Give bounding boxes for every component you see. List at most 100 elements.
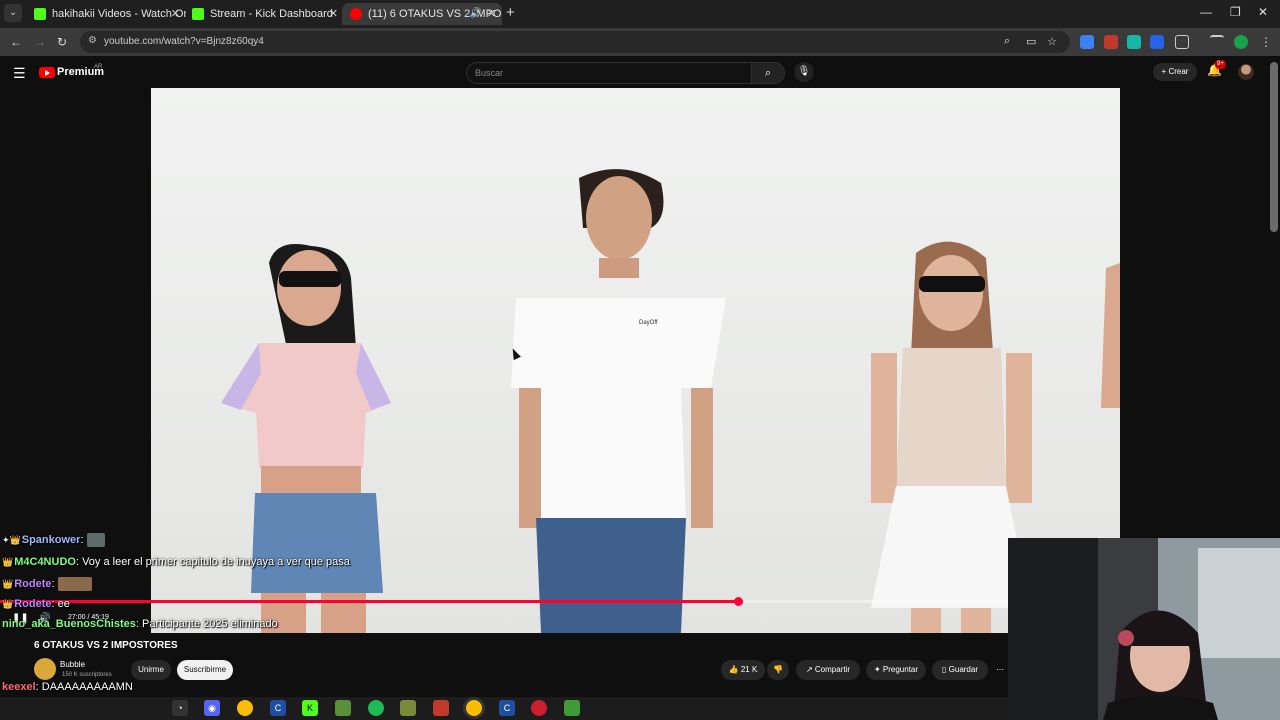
tab-search-icon[interactable]: ⌄ <box>4 4 22 22</box>
youtube-header: ☰ Premium AR Buscar ⌕ 🎙 + Crear 🔔 9+ <box>0 56 1280 88</box>
create-button[interactable]: + Crear <box>1153 63 1197 81</box>
extension-icon[interactable] <box>1104 35 1118 49</box>
taskbar-app-icon[interactable]: ◔ <box>172 700 188 716</box>
kick-favicon-icon <box>34 8 46 20</box>
voice-search-mic-icon[interactable]: 🎙 <box>794 62 814 82</box>
site-info-icon[interactable]: ⚙ <box>88 35 97 46</box>
discord-icon[interactable]: ◉ <box>204 700 220 716</box>
video-player[interactable]: DayOff <box>151 88 1120 633</box>
share-button[interactable]: ↗ Compartir <box>796 660 860 680</box>
youtube-favicon-icon <box>350 8 362 20</box>
browser-toolbar: ← → ↻ ⚙ youtube.com/watch?v=Bjnz8z60qy4 … <box>0 28 1280 56</box>
tab-title: hakihakii Videos - Watch On-De <box>52 8 186 20</box>
subscribe-button[interactable]: Suscribirme <box>177 660 233 680</box>
chat-text: DAAAAAAAAAMN <box>41 681 133 693</box>
taskbar-app-icon[interactable]: C <box>270 700 286 716</box>
chat-username: Rodete <box>14 598 52 610</box>
share-label: Compartir <box>814 665 851 674</box>
more-actions-icon[interactable]: ⋯ <box>992 660 1008 680</box>
taskbar-app-icon[interactable]: C <box>499 700 515 716</box>
cast-icon[interactable]: ▭ <box>1026 35 1036 48</box>
minimize-icon[interactable]: — <box>1200 5 1212 19</box>
video-title: 6 OTAKUS VS 2 IMPOSTORES <box>34 640 178 651</box>
save-label: Guardar <box>948 665 978 674</box>
chat-message: 👑Rodete: <box>2 577 92 591</box>
channel-avatar[interactable] <box>34 658 56 680</box>
chat-username: M4C4NUDO <box>14 556 76 568</box>
like-count: 21 K <box>740 665 758 674</box>
dislike-button[interactable]: 👎 <box>767 660 789 680</box>
extension-icon[interactable] <box>1127 35 1141 49</box>
reading-list-icon[interactable] <box>1210 35 1224 49</box>
video-frame-image: DayOff <box>151 88 1120 633</box>
chrome-active-icon[interactable] <box>466 700 482 716</box>
join-button[interactable]: Unirme <box>131 660 171 680</box>
save-button[interactable]: ▯ Guardar <box>932 660 988 680</box>
search-input[interactable]: Buscar <box>466 62 752 84</box>
back-arrow-icon[interactable]: ← <box>10 35 22 49</box>
profile-avatar-icon[interactable] <box>1234 35 1248 49</box>
new-tab-button[interactable]: + <box>506 4 515 21</box>
taskbar-app-icon[interactable] <box>433 700 449 716</box>
reload-icon[interactable]: ↻ <box>57 35 67 49</box>
chat-text: Voy a leer el primer capitulo de inuyaya… <box>82 556 350 568</box>
spotify-icon[interactable] <box>368 700 384 716</box>
chat-message: 👑Rodete: ee <box>2 598 70 610</box>
restore-icon[interactable]: ❐ <box>1230 5 1241 19</box>
hamburger-menu-icon[interactable]: ☰ <box>13 65 26 82</box>
chat-username: Spankower <box>21 533 81 546</box>
close-tab-icon[interactable]: ✕ <box>171 3 180 25</box>
close-tab-icon[interactable]: ✕ <box>329 3 338 25</box>
tab-kick-videos[interactable]: hakihakii Videos - Watch On-De ✕ <box>26 3 186 25</box>
extension-icon[interactable] <box>1150 35 1164 49</box>
opera-icon[interactable] <box>531 700 547 716</box>
chat-text: ee <box>57 598 70 610</box>
emote-icon <box>57 577 92 591</box>
youtube-logo-icon[interactable] <box>39 67 55 78</box>
share-icon: ↗ <box>805 665 813 674</box>
badge-icon: ✦👑 <box>2 534 21 545</box>
chrome-icon[interactable] <box>237 700 253 716</box>
subscriber-count: 150 K suscriptores <box>62 672 112 678</box>
address-bar[interactable]: ⚙ youtube.com/watch?v=Bjnz8z60qy4 ⌕ ▭ ☆ <box>80 31 1070 53</box>
crown-badge-icon: 👑 <box>2 557 14 567</box>
taskbar-app-icon[interactable] <box>400 700 416 716</box>
search-button[interactable]: ⌕ <box>751 62 785 84</box>
thumbs-down-icon: 👎 <box>773 665 783 674</box>
chat-message: nino_aka_BuenosChistes: Participante 202… <box>2 618 278 630</box>
search-placeholder: Buscar <box>475 68 504 78</box>
emote-icon <box>86 533 105 547</box>
browser-tabstrip: ⌄ hakihakii Videos - Watch On-De ✕ Strea… <box>0 0 1280 28</box>
audio-playing-icon[interactable]: 🔊 <box>470 3 482 25</box>
progress-played <box>0 600 739 603</box>
forward-arrow-icon[interactable]: → <box>34 35 46 49</box>
url-text: youtube.com/watch?v=Bjnz8z60qy4 <box>104 36 264 47</box>
channel-name[interactable]: Bubble <box>60 660 85 669</box>
crown-badge-icon: 👑 <box>2 578 14 589</box>
chat-username: nino_aka_BuenosChistes <box>2 618 136 630</box>
more-menu-icon[interactable]: ⋮ <box>1260 35 1272 49</box>
minecraft-icon[interactable] <box>335 700 351 716</box>
kick-icon[interactable]: K <box>302 700 318 716</box>
close-window-icon[interactable]: ✕ <box>1258 5 1268 19</box>
like-button[interactable]: 👍 21 K <box>721 660 765 680</box>
tab-youtube-video[interactable]: (11) 6 OTAKUS VS 2 IMPOS 🔊 ✕ <box>342 3 502 25</box>
page-scrollbar[interactable] <box>1270 62 1278 232</box>
country-code: AR <box>94 64 103 70</box>
ask-button[interactable]: ✦ Preguntar <box>866 660 926 680</box>
puzzle-extensions-icon[interactable] <box>1175 35 1189 49</box>
sparkle-icon: ✦ <box>873 665 881 674</box>
svg-text:DayOff: DayOff <box>639 320 658 326</box>
bookmark-star-icon[interactable]: ☆ <box>1047 35 1057 48</box>
search-icon: ⌕ <box>764 67 772 79</box>
tab-kick-dashboard[interactable]: Stream - Kick Dashboard ✕ <box>184 3 344 25</box>
extension-icon[interactable] <box>1080 35 1094 49</box>
zoom-icon[interactable]: ⌕ <box>1004 35 1010 48</box>
chat-message: keexel: DAAAAAAAAAMN <box>2 681 133 693</box>
close-tab-icon[interactable]: ✕ <box>487 3 496 25</box>
screen: ⌄ hakihakii Videos - Watch On-De ✕ Strea… <box>0 0 1280 720</box>
chat-message: 👑M4C4NUDO: Voy a leer el primer capitulo… <box>2 556 350 568</box>
taskbar-app-icon[interactable] <box>564 700 580 716</box>
notifications-badge: 9+ <box>1215 60 1226 69</box>
account-avatar[interactable] <box>1238 64 1254 80</box>
